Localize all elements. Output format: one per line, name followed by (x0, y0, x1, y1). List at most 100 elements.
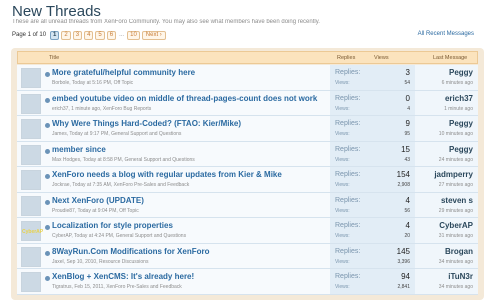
avatar[interactable] (21, 93, 41, 114)
column-views[interactable]: Views (374, 55, 389, 61)
replies-count: 4 (405, 221, 410, 230)
thread-title-link[interactable]: Why Were Things Hard-Coded? (FTAO: Kier/… (52, 119, 327, 128)
column-last-message[interactable]: Last Message (433, 55, 467, 61)
views-label: Views: (335, 233, 350, 239)
page-link-4[interactable]: 4 (84, 30, 94, 40)
views-count: 4 (407, 105, 410, 112)
last-post-time[interactable]: 29 minutes ago (439, 208, 473, 214)
last-post-time[interactable]: 27 minutes ago (439, 182, 473, 188)
last-poster-link[interactable]: CyberAP (439, 221, 473, 230)
thread-list-header: Title Replies Views Last Message (17, 51, 478, 64)
column-replies[interactable]: Replies (337, 55, 355, 61)
thread-row: Why Were Things Hard-Coded? (FTAO: Kier/… (17, 116, 478, 142)
replies-label: Replies: (335, 94, 361, 102)
replies-label: Replies: (335, 69, 361, 76)
views-label: Views: (335, 182, 350, 188)
views-label: Views: (335, 105, 350, 112)
thread-title-link[interactable]: Localization for style properties (52, 221, 327, 230)
unread-indicator-icon (45, 276, 50, 281)
last-post-time[interactable]: 24 minutes ago (439, 157, 473, 163)
page-description: These are all unread threads from XenFor… (12, 19, 320, 25)
thread-meta: erich37, 1 minute ago, XenForo Bug Repor… (52, 105, 152, 112)
next-page-button[interactable]: Next › (141, 30, 166, 40)
last-poster-link[interactable]: Brogan (445, 247, 473, 256)
thread-meta: Jaxel, Sep 10, 2010, Resource Discussion… (52, 258, 149, 265)
unread-indicator-icon (45, 250, 50, 256)
views-label: Views: (335, 284, 350, 290)
replies-count: 145 (396, 246, 410, 256)
replies-label: Replies: (335, 222, 361, 229)
thread-title-link[interactable]: XenBlog + XenCMS: It's already here! (52, 272, 327, 281)
views-count: 2,841 (397, 284, 410, 290)
replies-count: 9 (405, 119, 410, 128)
avatar[interactable] (21, 68, 41, 88)
last-poster-link[interactable]: Peggy (449, 145, 473, 154)
views-count: 3,396 (397, 258, 410, 265)
last-poster-link[interactable]: jadmperry (434, 170, 473, 179)
avatar[interactable] (21, 272, 41, 292)
last-poster-link[interactable]: Peggy (449, 119, 473, 128)
views-count: 2,908 (397, 182, 410, 188)
views-count: 56 (404, 207, 410, 214)
thread-meta: CyberAP, Today at 4:24 PM, General Suppo… (52, 233, 187, 239)
last-post-time[interactable]: 31 minutes ago (439, 233, 473, 239)
unread-indicator-icon (45, 174, 50, 179)
page-link-6[interactable]: 6 (106, 30, 117, 40)
replies-count: 3 (405, 68, 410, 77)
thread-title-link[interactable]: More grateful/helpful community here (52, 68, 327, 77)
thread-row: member since Max Hodges, Today at 8:58 P… (17, 141, 478, 167)
replies-label: Replies: (335, 196, 361, 204)
last-post-time[interactable]: 34 minutes ago (439, 284, 473, 290)
avatar[interactable] (21, 170, 41, 190)
thread-meta: Borbole, Today at 5:16 PM, Off Topic (52, 80, 134, 86)
replies-count: 4 (405, 195, 410, 205)
thread-row: More grateful/helpful community here Bor… (17, 65, 478, 91)
thread-meta: James, Today at 9:17 PM, General Support… (52, 131, 182, 137)
avatar[interactable] (21, 144, 41, 165)
last-poster-link[interactable]: erich37 (445, 94, 473, 103)
avatar[interactable]: CyberAP (21, 221, 43, 241)
page-link-5[interactable]: 5 (95, 30, 105, 40)
views-count: 43 (404, 156, 410, 163)
unread-indicator-icon (45, 72, 50, 77)
replies-label: Replies: (335, 247, 361, 255)
thread-title-link[interactable]: member since (52, 145, 327, 154)
page-link-2[interactable]: 2 (61, 30, 71, 40)
thread-list: More grateful/helpful community here Bor… (17, 65, 478, 295)
views-count: 54 (404, 80, 410, 86)
avatar[interactable] (21, 119, 41, 139)
replies-count: 15 (401, 144, 410, 154)
replies-count: 0 (405, 93, 410, 103)
thread-title-link[interactable]: embed youtube video on middle of thread-… (52, 94, 327, 103)
avatar[interactable] (21, 246, 41, 267)
replies-label: Replies: (335, 145, 361, 153)
page-gap: ... (119, 32, 125, 38)
replies-label: Replies: (335, 273, 361, 280)
unread-indicator-icon (45, 148, 50, 154)
last-poster-link[interactable]: iTuN3r (448, 272, 473, 281)
thread-row: CyberAP Localization for style propertie… (17, 218, 478, 244)
thread-title-link[interactable]: XenForo needs a blog with regular update… (52, 170, 327, 179)
column-title[interactable]: Title (49, 55, 59, 61)
last-poster-link[interactable]: Peggy (449, 68, 473, 77)
all-recent-messages-link[interactable]: All Recent Messages (418, 31, 474, 37)
thread-row: Next XenForo (UPDATE) Proudie87, Today a… (17, 192, 478, 218)
thread-row: XenBlog + XenCMS: It's already here! Tig… (17, 269, 478, 295)
last-poster-link[interactable]: steven s (441, 196, 473, 205)
avatar[interactable] (21, 195, 41, 216)
thread-title-link[interactable]: Next XenForo (UPDATE) (52, 196, 327, 205)
views-count: 95 (404, 131, 410, 137)
thread-row: embed youtube video on middle of thread-… (17, 90, 478, 116)
last-post-time[interactable]: 10 minutes ago (439, 131, 473, 137)
last-post-time[interactable]: 6 minutes ago (442, 80, 473, 86)
replies-count: 94 (401, 272, 410, 281)
unread-indicator-icon (45, 123, 50, 128)
thread-meta: Tigratrus, Feb 15, 2011, XenForo Pre-Sal… (52, 284, 182, 290)
page-link-1[interactable]: 1 (50, 30, 60, 40)
last-post-time[interactable]: 34 minutes ago (439, 259, 473, 265)
page-link-3[interactable]: 3 (72, 30, 83, 40)
views-label: Views: (335, 131, 350, 137)
page-link-10[interactable]: 10 (127, 30, 140, 40)
thread-title-link[interactable]: 8WayRun.Com Modifications for XenForo (52, 247, 327, 256)
last-post-time[interactable]: 1 minute ago (444, 106, 473, 112)
